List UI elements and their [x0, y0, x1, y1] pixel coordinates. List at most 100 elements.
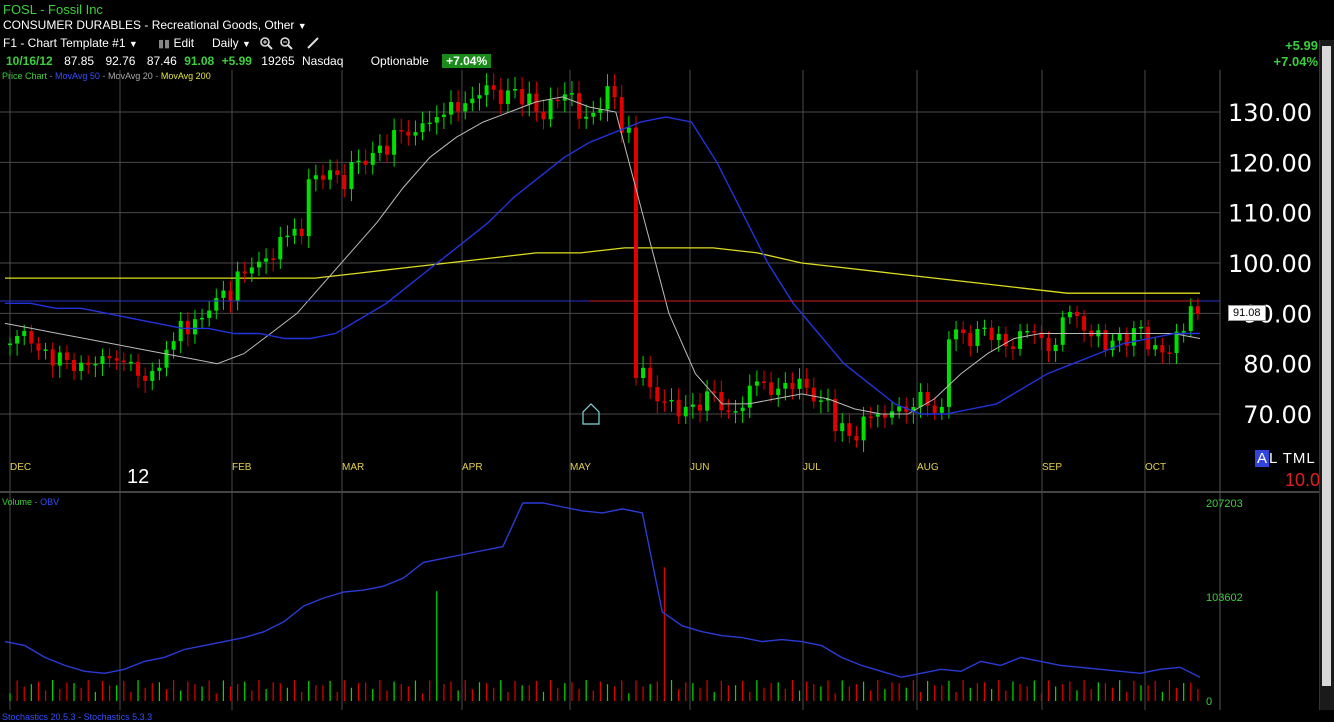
candle-body	[712, 391, 717, 393]
candle-body	[527, 93, 532, 105]
candle-body	[93, 363, 98, 366]
candle-body	[384, 145, 389, 155]
candle-body	[1046, 338, 1051, 352]
candle-body	[1117, 333, 1122, 341]
axis-labels: 130.00120.00110.00100.0090.0080.0070.00D…	[10, 99, 1312, 708]
candle-body	[278, 237, 283, 260]
candle-body	[548, 99, 553, 120]
candle-body	[961, 329, 966, 334]
candle-body	[150, 370, 155, 381]
volume-tick-label: 0	[1206, 696, 1212, 708]
candle-body	[1053, 344, 1058, 352]
candle-body	[100, 356, 105, 364]
candle-body	[520, 89, 525, 105]
price-volume-chart[interactable]: 130.00120.00110.00100.0090.0080.0070.00D…	[0, 0, 1334, 721]
candle-body	[1067, 311, 1072, 318]
candle-body	[1131, 328, 1136, 346]
candle-body	[612, 86, 617, 98]
candle-body	[491, 85, 496, 90]
candle-body	[954, 329, 959, 340]
candle-body	[683, 406, 688, 417]
candle-body	[413, 132, 418, 136]
candle-body	[256, 261, 261, 268]
ma50-polyline	[5, 116, 1200, 415]
candle-body	[939, 406, 944, 413]
candle-body	[1167, 352, 1172, 354]
candle-body	[136, 361, 141, 376]
candle-body	[1153, 345, 1158, 350]
candle-body	[918, 391, 923, 408]
candle-body	[121, 360, 126, 363]
candle-body	[406, 131, 411, 136]
candle-body	[1160, 345, 1165, 353]
candle-body	[29, 331, 34, 344]
candle-body	[577, 93, 582, 119]
candle-body	[555, 99, 560, 102]
candle-body	[633, 127, 638, 378]
candle-body	[477, 95, 482, 99]
candle-body	[228, 290, 233, 301]
candle-body	[847, 423, 852, 436]
candle-body	[875, 414, 880, 417]
ma50-line	[5, 116, 1200, 415]
month-label: OCT	[1145, 462, 1166, 473]
volume-bars	[9, 567, 1199, 701]
candle-body	[171, 341, 176, 350]
month-label: MAR	[342, 462, 364, 473]
scrollbar-thumb[interactable]	[1322, 46, 1331, 686]
candle-body	[598, 109, 603, 113]
candle-body	[377, 145, 382, 153]
ma20-polyline	[4, 96, 1201, 415]
ma200-polyline	[5, 247, 1200, 294]
candle-body	[676, 399, 681, 417]
candle-body	[214, 297, 219, 311]
candle-body	[57, 352, 62, 366]
candle-body	[86, 362, 91, 366]
candle-body	[43, 349, 48, 351]
candle-body	[1032, 330, 1037, 333]
candle-body	[854, 435, 859, 441]
candle-body	[72, 359, 77, 372]
month-label: SEP	[1042, 462, 1062, 473]
obv-line	[4, 502, 1201, 678]
candle-body	[861, 416, 866, 441]
candle-body	[356, 160, 361, 163]
volume-tick-label: 207203	[1206, 498, 1243, 510]
candle-body	[107, 356, 112, 359]
price-tick-label: 100.00	[1228, 250, 1312, 278]
legend-obv: OBV	[40, 497, 60, 507]
atml-indicator: AL TML	[1255, 450, 1316, 467]
candle-body	[1181, 330, 1186, 333]
candle-body	[185, 320, 190, 335]
candle-body	[968, 333, 973, 346]
price-tick-label: 130.00	[1228, 99, 1312, 127]
volume-tick-label: 103602	[1206, 592, 1243, 604]
candle-body	[313, 175, 318, 180]
candle-body	[335, 170, 340, 176]
last-price-tag: 91.08	[1228, 305, 1266, 321]
candle-body	[761, 381, 766, 383]
candle-body	[626, 127, 631, 133]
candle-body	[370, 152, 375, 165]
candle-body	[285, 235, 290, 238]
vertical-scrollbar[interactable]	[1319, 40, 1334, 710]
candle-body	[264, 258, 269, 262]
candle-body	[178, 320, 183, 342]
obv-polyline	[4, 502, 1201, 678]
candle-body	[441, 114, 446, 118]
candle-body	[975, 328, 980, 346]
candle-body	[996, 333, 1001, 341]
candle-body	[705, 391, 710, 411]
candle-body	[726, 410, 731, 412]
candle-body	[946, 339, 951, 407]
price-tick-label: 110.00	[1228, 200, 1312, 228]
candle-body	[114, 358, 119, 361]
month-label: JUL	[803, 462, 821, 473]
candle-body	[790, 382, 795, 389]
candle-body	[1018, 331, 1023, 349]
candle-body	[64, 352, 69, 360]
candle-body	[882, 414, 887, 418]
candle-body	[50, 349, 55, 366]
candle-body	[818, 400, 823, 402]
month-label: JUN	[690, 462, 709, 473]
